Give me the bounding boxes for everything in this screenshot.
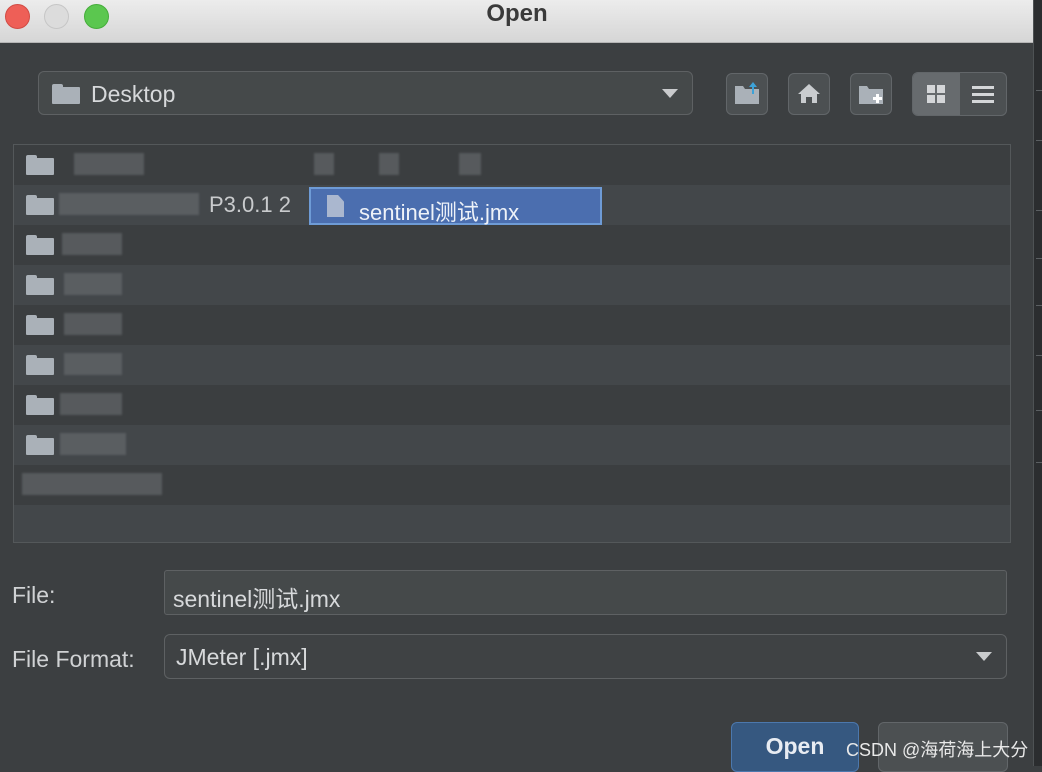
folder-icon [26, 275, 54, 295]
folder-up-button[interactable] [726, 73, 768, 115]
selected-file-item[interactable]: sentinel测试.jmx [309, 187, 602, 225]
folder-icon [26, 355, 54, 375]
redacted-text [64, 313, 122, 335]
window-edge [1033, 0, 1042, 766]
redacted-text [314, 153, 334, 175]
dialog-title: Open [486, 0, 548, 27]
file-label: File: [12, 582, 56, 608]
new-folder-button[interactable] [850, 73, 892, 115]
folder-icon [26, 315, 54, 335]
folder-icon [26, 155, 54, 175]
list-item[interactable] [14, 305, 1010, 345]
list-item[interactable] [14, 265, 1010, 305]
home-icon [798, 84, 820, 103]
open-button[interactable]: Open [731, 722, 859, 772]
redacted-text [379, 153, 399, 175]
file-format-value: JMeter [.jmx] [176, 644, 308, 670]
folder-icon [26, 195, 54, 215]
list-item[interactable] [14, 145, 1010, 185]
redacted-text [62, 233, 122, 255]
list-item[interactable] [14, 465, 1010, 505]
title-bar: Open [0, 0, 1034, 43]
selected-file-name: sentinel测试.jmx [359, 200, 520, 225]
list-item[interactable] [14, 505, 1010, 542]
redacted-text [64, 353, 122, 375]
list-view-button[interactable] [960, 73, 1006, 115]
list-item[interactable] [14, 225, 1010, 265]
view-mode-toggle[interactable] [912, 72, 1007, 116]
file-name-input[interactable]: sentinel测试.jmx [164, 570, 1007, 615]
file-format-label: File Format: [12, 646, 135, 672]
path-dropdown[interactable]: Desktop [38, 71, 693, 115]
redacted-text [64, 273, 122, 295]
file-icon [327, 195, 344, 217]
redacted-text [74, 153, 144, 175]
chevron-down-icon [976, 652, 992, 661]
folder-icon [26, 435, 54, 455]
list-item[interactable] [14, 425, 1010, 465]
list-item[interactable] [14, 385, 1010, 425]
home-button[interactable] [788, 73, 830, 115]
redacted-text [59, 193, 199, 215]
grid-view-button[interactable] [913, 73, 960, 115]
file-format-dropdown[interactable]: JMeter [.jmx] [164, 634, 1007, 679]
folder-icon [26, 395, 54, 415]
watermark: CSDN @海荷海上大分 [846, 740, 1029, 760]
redacted-text [22, 473, 162, 495]
redacted-text [459, 153, 481, 175]
path-dropdown-value: Desktop [91, 81, 176, 107]
file-name: P3.0.1 2 [209, 192, 291, 217]
folder-up-icon [735, 82, 759, 104]
redacted-text [60, 433, 126, 455]
chevron-down-icon [662, 89, 678, 98]
grid-view-icon [927, 85, 945, 103]
list-item[interactable] [14, 345, 1010, 385]
folder-icon [52, 84, 80, 104]
folder-icon [26, 235, 54, 255]
new-folder-icon [859, 86, 883, 104]
redacted-text [60, 393, 122, 415]
list-view-icon [972, 86, 994, 103]
file-browser-list[interactable]: P3.0.1 2 sentinel测试.jmx [13, 144, 1011, 543]
